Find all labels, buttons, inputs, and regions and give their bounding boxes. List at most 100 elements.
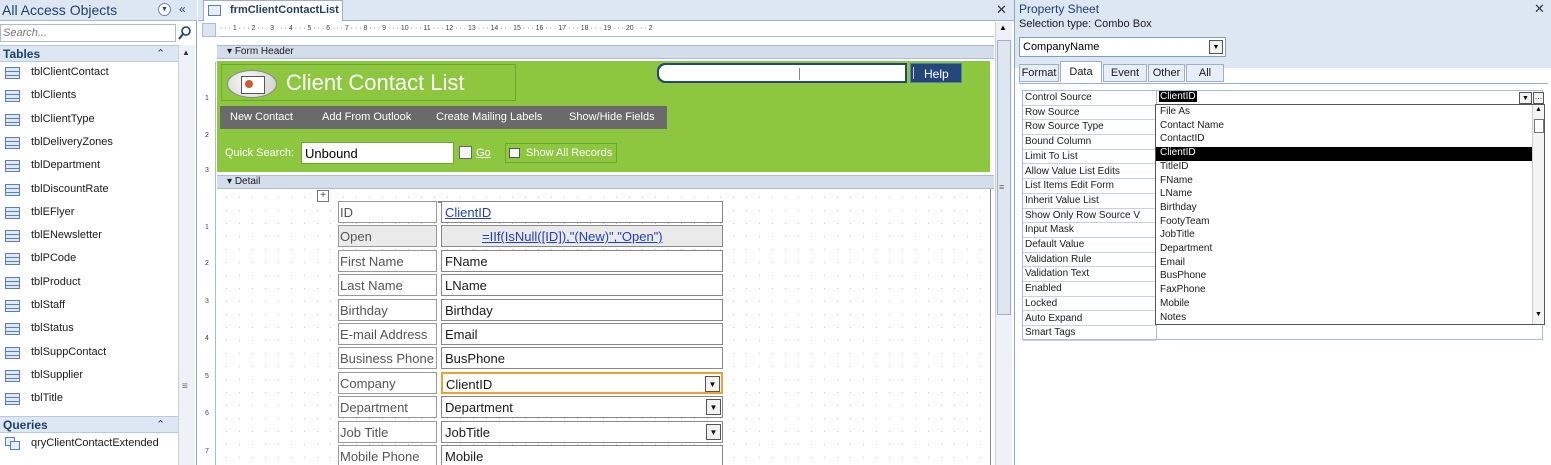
text-box-control[interactable]: LName	[441, 274, 723, 297]
dropdown-option[interactable]: JobTitle	[1156, 229, 1532, 243]
property-row[interactable]: Auto Expand	[1023, 312, 1156, 327]
show-all-records-button[interactable]: Show All Records	[505, 143, 617, 163]
dropdown-option[interactable]: Mobile	[1156, 298, 1532, 312]
property-row[interactable]: Control Source	[1023, 91, 1156, 106]
scroll-up-icon[interactable]: ▲	[1535, 106, 1542, 113]
tab-other[interactable]: Other	[1148, 64, 1185, 82]
nav-item-table[interactable]: tblEFlyer	[0, 202, 178, 225]
dropdown-option[interactable]: LName	[1156, 188, 1532, 202]
tab-all[interactable]: All	[1186, 64, 1224, 82]
property-row[interactable]: Row Source	[1023, 106, 1156, 121]
quick-search-input[interactable]: Unbound	[301, 142, 454, 164]
property-row[interactable]: Validation Text	[1023, 267, 1156, 283]
dropdown-option[interactable]: Notes	[1156, 312, 1532, 326]
scroll-up-icon[interactable]: ▲	[999, 23, 1007, 32]
property-row[interactable]: List Items Edit Form	[1023, 179, 1156, 194]
nav-pane-header[interactable]: All Access Objects ▼ «	[0, 0, 197, 21]
dropdown-option[interactable]: ContactID	[1156, 133, 1532, 147]
tab-frmClientContactList[interactable]: frmClientContactList	[203, 0, 343, 21]
add-from-outlook-button[interactable]: Add From Outlook	[316, 106, 430, 129]
field-label[interactable]: First Name	[338, 249, 437, 272]
create-mailing-labels-button[interactable]: Create Mailing Labels	[430, 106, 560, 129]
title-box[interactable]: Client Contact List	[221, 64, 516, 101]
scroll-grip-icon[interactable]: ≡	[999, 182, 1004, 192]
dropdown-option[interactable]: File As	[1156, 106, 1532, 120]
dropdown-scrollbar[interactable]: ▲ ▼	[1532, 105, 1544, 324]
dropdown-option[interactable]: Email	[1156, 257, 1532, 271]
field-label[interactable]: ID	[338, 201, 437, 223]
property-row[interactable]: Locked	[1023, 297, 1156, 312]
chevron-down-icon[interactable]: ▼	[158, 3, 171, 16]
nav-item-query[interactable]: qryClientContactExtended	[0, 433, 178, 456]
tab-format[interactable]: Format	[1019, 64, 1059, 82]
nav-item-table[interactable]: tblPCode	[0, 248, 178, 271]
form-header-section-bar[interactable]: ▾ Form Header	[217, 45, 994, 59]
control-source-dropdown[interactable]: File As Contact Name ContactID ClientID Titl…	[1155, 104, 1545, 325]
property-row[interactable]: Enabled	[1023, 282, 1156, 297]
dropdown-option[interactable]: FootyTeam	[1156, 216, 1532, 230]
chevron-up-icon[interactable]: ⌃	[156, 418, 165, 431]
text-box-control[interactable]: Birthday	[441, 298, 723, 321]
detail-section-bar[interactable]: ▾ Detail	[217, 175, 994, 189]
nav-group-queries[interactable]: Queries ⌃	[0, 416, 178, 433]
chevron-down-icon[interactable]: ▼	[1209, 40, 1223, 54]
field-label[interactable]: Birthday	[338, 298, 437, 321]
text-box-control[interactable]: Email	[441, 323, 723, 345]
property-row[interactable]: Smart Tags	[1023, 326, 1156, 341]
property-row[interactable]: Limit To List	[1023, 150, 1156, 165]
scroll-grip-icon[interactable]: ≡	[182, 381, 188, 392]
go-button[interactable]: Go	[457, 143, 493, 163]
text-box-control[interactable]: ClientID	[441, 201, 723, 223]
property-row[interactable]: Bound Column	[1023, 135, 1156, 150]
form-right-edge[interactable]	[990, 189, 991, 465]
property-row[interactable]: Allow Value List Edits	[1023, 165, 1156, 180]
scroll-down-icon[interactable]: ▼	[1535, 311, 1542, 318]
horizontal-ruler[interactable]: · · · 1 · · · 2 · · · 3 · · · 4 · · · 5 …	[217, 23, 994, 37]
nav-scrollbar[interactable]: ▲ ≡	[178, 45, 195, 465]
property-row[interactable]: Show Only Row Source V	[1023, 209, 1156, 224]
nav-group-tables[interactable]: Tables ⌃	[0, 45, 178, 62]
vertical-ruler[interactable]: 1 2 3 1 2 3 4 5 6 7	[202, 62, 216, 465]
nav-item-table[interactable]: tblClients	[0, 85, 178, 108]
form-title[interactable]: Client Contact List	[286, 70, 465, 96]
text-box-control[interactable]: FName	[441, 249, 723, 272]
text-box-control[interactable]: Mobile	[441, 445, 723, 465]
dropdown-option[interactable]: FaxPhone	[1156, 284, 1532, 298]
property-row[interactable]: Validation Rule	[1023, 253, 1156, 268]
header-search-field[interactable]	[659, 65, 905, 81]
field-label[interactable]: E-mail Address	[338, 323, 437, 345]
scroll-up-icon[interactable]: ▲	[182, 48, 190, 57]
field-label[interactable]: Open	[338, 225, 437, 248]
chevron-down-icon[interactable]: ▼	[1519, 92, 1532, 104]
form-vertical-scrollbar[interactable]: ▲ ≡	[995, 22, 1012, 465]
form-selector[interactable]	[202, 23, 216, 37]
nav-item-table[interactable]: tblProduct	[0, 272, 178, 295]
combo-box-control[interactable]: Department ▼	[441, 396, 723, 419]
nav-item-table[interactable]: tblTitle	[0, 388, 178, 411]
search-icon[interactable]	[177, 25, 193, 41]
nav-item-table[interactable]: tblClientContact	[0, 62, 178, 85]
tab-event[interactable]: Event	[1103, 64, 1147, 82]
builder-icon[interactable]: …	[1533, 92, 1544, 104]
new-contact-button[interactable]: New Contact	[220, 106, 316, 129]
dropdown-option[interactable]: Contact Name	[1156, 120, 1532, 134]
dropdown-option[interactable]: Birthday	[1156, 202, 1532, 216]
nav-item-table[interactable]: tblDiscountRate	[0, 179, 178, 202]
dropdown-option[interactable]: TitleID	[1156, 161, 1532, 175]
scroll-thumb[interactable]	[997, 40, 1011, 315]
nav-item-table[interactable]: tblSupplier	[0, 365, 178, 388]
nav-item-table[interactable]: tblDeliveryZones	[0, 132, 178, 155]
object-selector[interactable]: CompanyName ▼	[1019, 37, 1226, 57]
nav-item-table[interactable]: tblENewsletter	[0, 225, 178, 248]
nav-item-table[interactable]: tblDepartment	[0, 155, 178, 178]
chevron-down-icon[interactable]: ▼	[706, 423, 721, 440]
dropdown-option[interactable]: BusPhone	[1156, 270, 1532, 284]
close-document-icon[interactable]: ✕	[996, 2, 1007, 18]
nav-search-box[interactable]	[0, 24, 176, 42]
nav-item-table[interactable]: tblSuppContact	[0, 342, 178, 365]
chevron-down-icon[interactable]: ▼	[705, 375, 720, 392]
text-box-control[interactable]: =IIf(IsNull([ID]),"(New)","Open")	[441, 225, 723, 248]
nav-item-table[interactable]: tblStatus	[0, 318, 178, 341]
header-search-bar[interactable]	[657, 63, 907, 83]
nav-item-table[interactable]: tblClientType	[0, 109, 178, 132]
